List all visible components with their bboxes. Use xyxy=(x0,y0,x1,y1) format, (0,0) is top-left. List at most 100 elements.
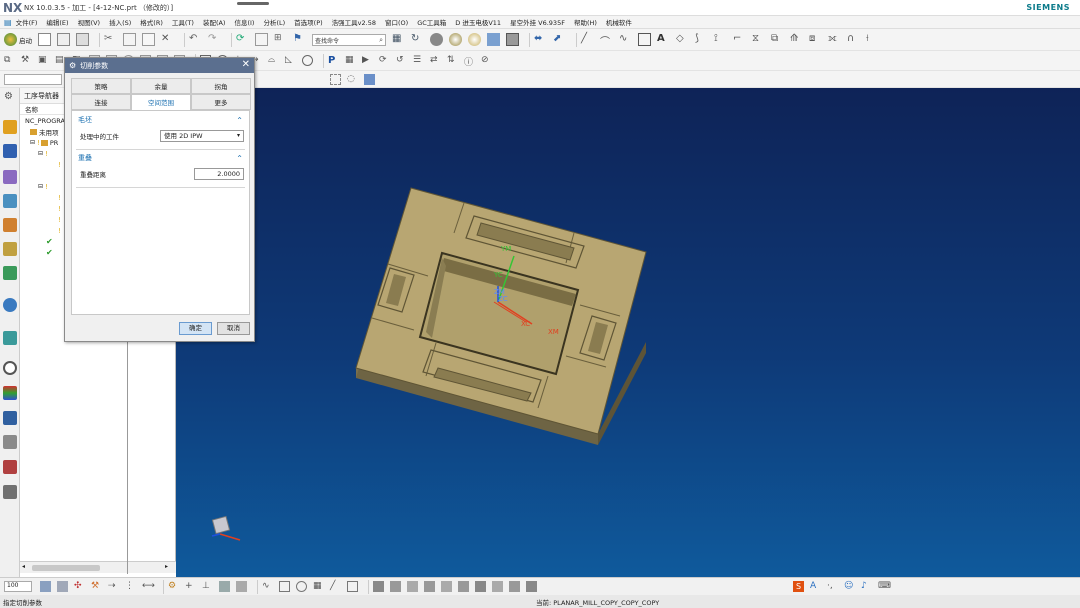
robot-icon[interactable] xyxy=(3,435,17,449)
circle-icon[interactable] xyxy=(296,581,307,592)
tab-stock[interactable]: 余量 xyxy=(131,78,191,94)
menu-preferences[interactable]: 首选项(P) xyxy=(294,17,323,27)
menu-view[interactable]: 视图(V) xyxy=(78,17,101,27)
type-filter-select[interactable] xyxy=(4,73,62,85)
cut-icon[interactable]: ✂ xyxy=(104,33,117,46)
sort-icon[interactable]: ⇅ xyxy=(447,55,458,66)
filter-icon[interactable]: ⊘ xyxy=(481,55,492,66)
cube-icon[interactable] xyxy=(57,581,68,592)
history-icon[interactable] xyxy=(3,331,17,345)
part-navigator-icon[interactable] xyxy=(3,218,17,232)
replay-icon[interactable]: ↺ xyxy=(396,55,407,66)
scroll-left-icon[interactable]: ◂ xyxy=(22,563,25,570)
menu-file[interactable]: 文件(F) xyxy=(16,17,38,27)
trim-icon[interactable]: ⟟ xyxy=(714,33,727,46)
background-icon[interactable] xyxy=(506,33,519,46)
menu-analysis[interactable]: 分析(L) xyxy=(263,17,285,27)
save-icon[interactable] xyxy=(76,33,89,46)
menu-window[interactable]: 窗口(O) xyxy=(385,17,408,27)
ime-emoji-icon[interactable]: ☺ xyxy=(844,581,855,592)
cut-levels-icon[interactable]: ⋮ xyxy=(125,581,136,592)
menu-format[interactable]: 格式(R) xyxy=(140,17,163,27)
menu-insert[interactable]: 插入(S) xyxy=(109,17,131,27)
sogou-ime-icon[interactable]: S xyxy=(793,581,804,592)
render-icon[interactable] xyxy=(468,33,481,46)
tab-containment[interactable]: 空间范围 xyxy=(131,94,191,110)
create-program-icon[interactable]: ⧉ xyxy=(4,55,15,66)
project-icon[interactable]: ⧈ xyxy=(809,33,822,46)
menu-edit[interactable]: 编辑(E) xyxy=(46,17,68,27)
verify-icon[interactable]: ▶ xyxy=(362,55,373,66)
new-file-icon[interactable] xyxy=(38,33,51,46)
graphics-window[interactable]: YM YC ZM ZC XC XM xyxy=(176,88,1080,577)
menu-assembly[interactable]: 装配(A) xyxy=(203,17,226,27)
film-icon[interactable] xyxy=(3,460,17,474)
menu-help[interactable]: 帮助(H) xyxy=(574,17,597,27)
select-all-icon[interactable] xyxy=(330,73,341,85)
copy-icon[interactable] xyxy=(123,33,136,46)
command-finder-input[interactable]: 查找命令 ⌕ xyxy=(312,33,386,46)
ok-button[interactable]: 确定 xyxy=(179,322,212,335)
frame-icon[interactable] xyxy=(347,581,358,592)
surface-icon[interactable] xyxy=(279,581,290,592)
curve-icon[interactable]: ∿ xyxy=(619,33,632,46)
roles-icon[interactable] xyxy=(3,485,17,499)
layer-icon[interactable]: ⚑ xyxy=(293,33,306,46)
tool-icon[interactable]: ⚒ xyxy=(91,581,102,592)
wcs-icon[interactable]: ⬌ xyxy=(534,33,547,46)
grid-icon[interactable]: ▦ xyxy=(313,581,324,592)
grid-icon[interactable]: ▦ xyxy=(392,33,405,46)
chamfer-icon[interactable]: ◺ xyxy=(285,55,296,66)
info-icon[interactable]: ⓘ xyxy=(464,55,475,68)
postprocess-icon[interactable]: P xyxy=(328,55,339,66)
tab-strategy[interactable]: 策略 xyxy=(71,78,131,94)
settings-gear-icon[interactable]: ⚙ xyxy=(4,91,13,102)
zoom-select[interactable]: 100 xyxy=(4,581,32,592)
bridge-icon[interactable]: ∩ xyxy=(847,33,860,46)
library-icon[interactable] xyxy=(3,266,17,280)
bottom-view-icon[interactable] xyxy=(526,581,537,592)
create-geometry-icon[interactable]: ▣ xyxy=(38,55,49,66)
visualization-icon[interactable] xyxy=(3,386,17,400)
delete-icon[interactable]: ✕ xyxy=(161,33,174,46)
clock-icon[interactable] xyxy=(3,361,17,375)
snap-icon[interactable]: ⊞ xyxy=(274,33,287,46)
paste-icon[interactable] xyxy=(142,33,155,46)
dialog-title-bar[interactable]: ⚙ 切削参数 ✕ xyxy=(65,58,254,73)
sphere-icon[interactable] xyxy=(449,33,462,46)
fillet-icon[interactable]: ⌐ xyxy=(733,33,746,46)
redo-icon[interactable]: ↷ xyxy=(208,33,221,46)
back-view-icon[interactable] xyxy=(509,581,520,592)
iso-view-icon[interactable] xyxy=(475,581,486,592)
group-blank-header[interactable]: 毛坯 ⌃ xyxy=(72,113,249,127)
material-icon[interactable] xyxy=(236,581,247,592)
line-icon[interactable]: ╱ xyxy=(330,581,341,592)
snap-icon[interactable]: ✣ xyxy=(74,581,85,592)
method-view-icon[interactable] xyxy=(3,194,17,208)
offset-icon[interactable]: ⟆ xyxy=(695,33,708,46)
create-tool-icon[interactable]: ⚒ xyxy=(21,55,32,66)
tab-corners[interactable]: 拐角 xyxy=(191,78,251,94)
menu-haoqiang-tools[interactable]: 浩强工具v2.58 xyxy=(332,17,376,27)
menu-icon[interactable]: ▤ xyxy=(4,18,12,27)
menu-info[interactable]: 信息(I) xyxy=(234,17,254,27)
shop-doc-icon[interactable]: ▦ xyxy=(345,55,356,66)
menu-electrode[interactable]: D 进玉电极V11 xyxy=(455,17,501,27)
selection-filter-icon[interactable] xyxy=(255,33,268,46)
menu-gc-toolbox[interactable]: GC工具箱 xyxy=(417,17,446,27)
overlap-distance-input[interactable]: 2.0000 xyxy=(194,168,244,180)
hidden-view-icon[interactable] xyxy=(407,581,418,592)
tab-more[interactable]: 更多 xyxy=(191,94,251,110)
text-icon[interactable]: A xyxy=(657,33,670,46)
view-cube-icon[interactable] xyxy=(487,33,500,46)
rotate-icon[interactable]: ↻ xyxy=(411,33,424,46)
navigator-horizontal-scrollbar[interactable]: ◂ ▸ xyxy=(20,561,176,573)
chevron-up-icon[interactable]: ⌃ xyxy=(236,116,243,125)
close-icon[interactable]: ✕ xyxy=(242,59,250,70)
expand-icon[interactable]: ⊟ xyxy=(30,139,35,146)
view-icon[interactable] xyxy=(364,73,375,85)
front-view-icon[interactable] xyxy=(424,581,435,592)
expand-icon[interactable]: ⊟ xyxy=(38,150,43,157)
generate-icon[interactable]: ⟳ xyxy=(379,55,390,66)
web-browser-icon[interactable] xyxy=(3,298,17,312)
